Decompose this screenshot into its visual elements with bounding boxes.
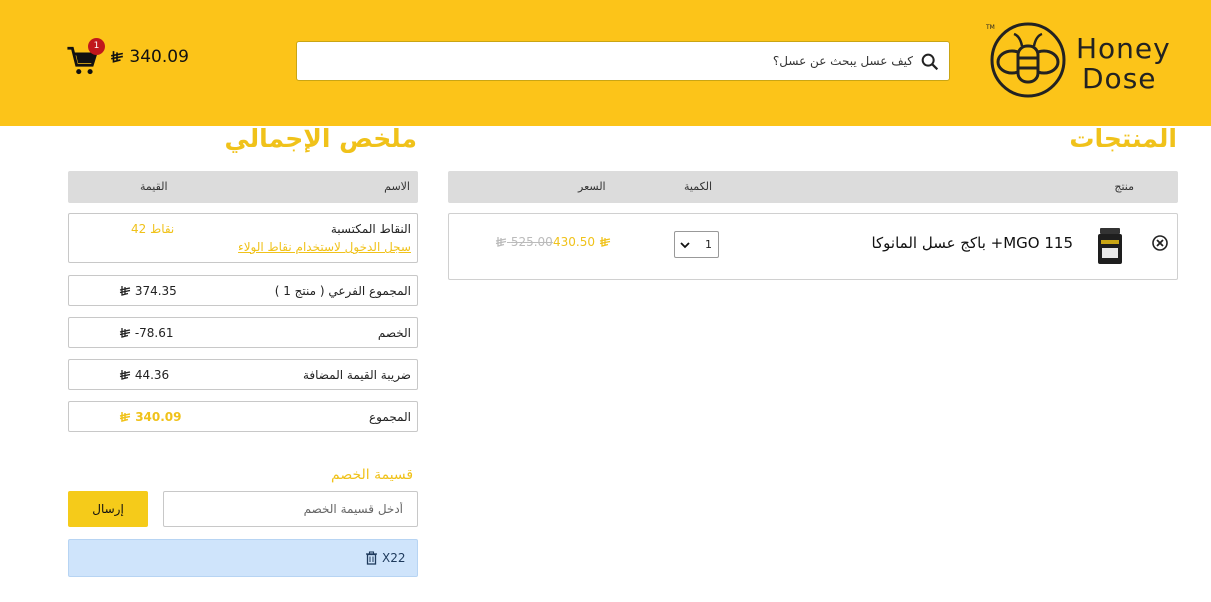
discount-amount: -78.61 xyxy=(134,326,174,340)
products-table-header: منتج الكمية السعر xyxy=(448,171,1178,203)
brand-line1: Honey xyxy=(1076,32,1171,65)
column-name: الاسم xyxy=(384,180,410,193)
riyal-icon xyxy=(119,286,131,296)
discount-value: -78.61 xyxy=(119,326,174,340)
cart-total-value: 340.09 xyxy=(129,47,189,67)
search-icon[interactable] xyxy=(919,51,941,73)
product-name[interactable]: باكج عسل المانوكا +MGO 115 xyxy=(871,234,1073,252)
cart-count-badge: 1 xyxy=(88,38,105,55)
svg-text:TM: TM xyxy=(985,24,995,31)
applied-coupon: X22 xyxy=(68,539,418,577)
cart-total: 340.09 xyxy=(110,47,189,67)
chevron-down-icon xyxy=(680,242,690,249)
subtotal-amount: 374.35 xyxy=(134,284,177,298)
vat-amount: 44.36 xyxy=(134,368,170,382)
vat-row: ضريبة القيمة المضافة 44.36 xyxy=(68,359,418,390)
column-price: السعر xyxy=(578,180,606,193)
loyalty-login-link[interactable]: سجل الدخول لاستخدام نقاط الولاء xyxy=(238,240,411,254)
products-title: المنتجات xyxy=(1069,124,1177,153)
column-value: القيمة xyxy=(140,180,168,193)
riyal-icon xyxy=(119,328,131,338)
subtotal-row: المجموع الفرعي ( منتج 1 ) 374.35 xyxy=(68,275,418,306)
points-value: 42 نقاط xyxy=(131,222,175,236)
product-old-price-value: 525.00 xyxy=(510,235,553,249)
product-price-value: 430.50 xyxy=(553,235,595,249)
product-old-price: 525.00 xyxy=(495,235,553,249)
total-label: المجموع xyxy=(369,410,411,424)
product-row: باكج عسل المانوكا +MGO 115 1 430.50 525.… xyxy=(448,213,1178,280)
points-label: النقاط المكتسبة xyxy=(330,222,411,236)
brand-line2: Dose xyxy=(1082,62,1157,95)
search-input[interactable] xyxy=(313,42,913,80)
summary-table-header: الاسم القيمة xyxy=(68,171,418,203)
coupon-title: قسيمة الخصم xyxy=(331,467,414,483)
site-header: TM Honey Dose 1 340.09 xyxy=(0,0,1211,126)
riyal-icon xyxy=(119,412,131,422)
applied-coupon-code: X22 xyxy=(382,551,406,565)
vat-label: ضريبة القيمة المضافة xyxy=(302,368,411,382)
total-value: 340.09 xyxy=(119,410,182,424)
product-price: 430.50 xyxy=(553,235,611,249)
riyal-icon xyxy=(599,237,610,247)
remove-icon[interactable] xyxy=(1151,234,1169,252)
points-row: النقاط المكتسبة 42 نقاط سجل الدخول لاستخ… xyxy=(68,213,418,263)
product-thumbnail[interactable] xyxy=(1095,226,1125,266)
quantity-select[interactable]: 1 xyxy=(674,231,719,258)
total-amount: 340.09 xyxy=(135,410,182,424)
column-quantity: الكمية xyxy=(684,180,713,193)
discount-row: الخصم -78.61 xyxy=(68,317,418,348)
cart-summary[interactable]: 1 340.09 xyxy=(66,38,196,80)
subtotal-value: 374.35 xyxy=(119,284,177,298)
riyal-icon xyxy=(495,237,507,247)
coupon-submit-button[interactable]: إرسال xyxy=(68,491,148,527)
discount-label: الخصم xyxy=(377,326,411,340)
vat-value: 44.36 xyxy=(119,368,169,382)
total-row: المجموع 340.09 xyxy=(68,401,418,432)
summary-title: ملخص الإجمالي xyxy=(224,124,417,153)
subtotal-label: المجموع الفرعي ( منتج 1 ) xyxy=(274,284,411,298)
search-bar xyxy=(296,41,950,81)
riyal-icon xyxy=(119,370,131,380)
quantity-value: 1 xyxy=(705,238,712,251)
riyal-icon xyxy=(111,51,123,63)
trash-icon[interactable] xyxy=(365,551,378,565)
coupon-input[interactable] xyxy=(163,491,418,527)
column-product: منتج xyxy=(1114,180,1134,193)
honey-dose-logo[interactable]: TM Honey Dose xyxy=(984,20,1174,100)
